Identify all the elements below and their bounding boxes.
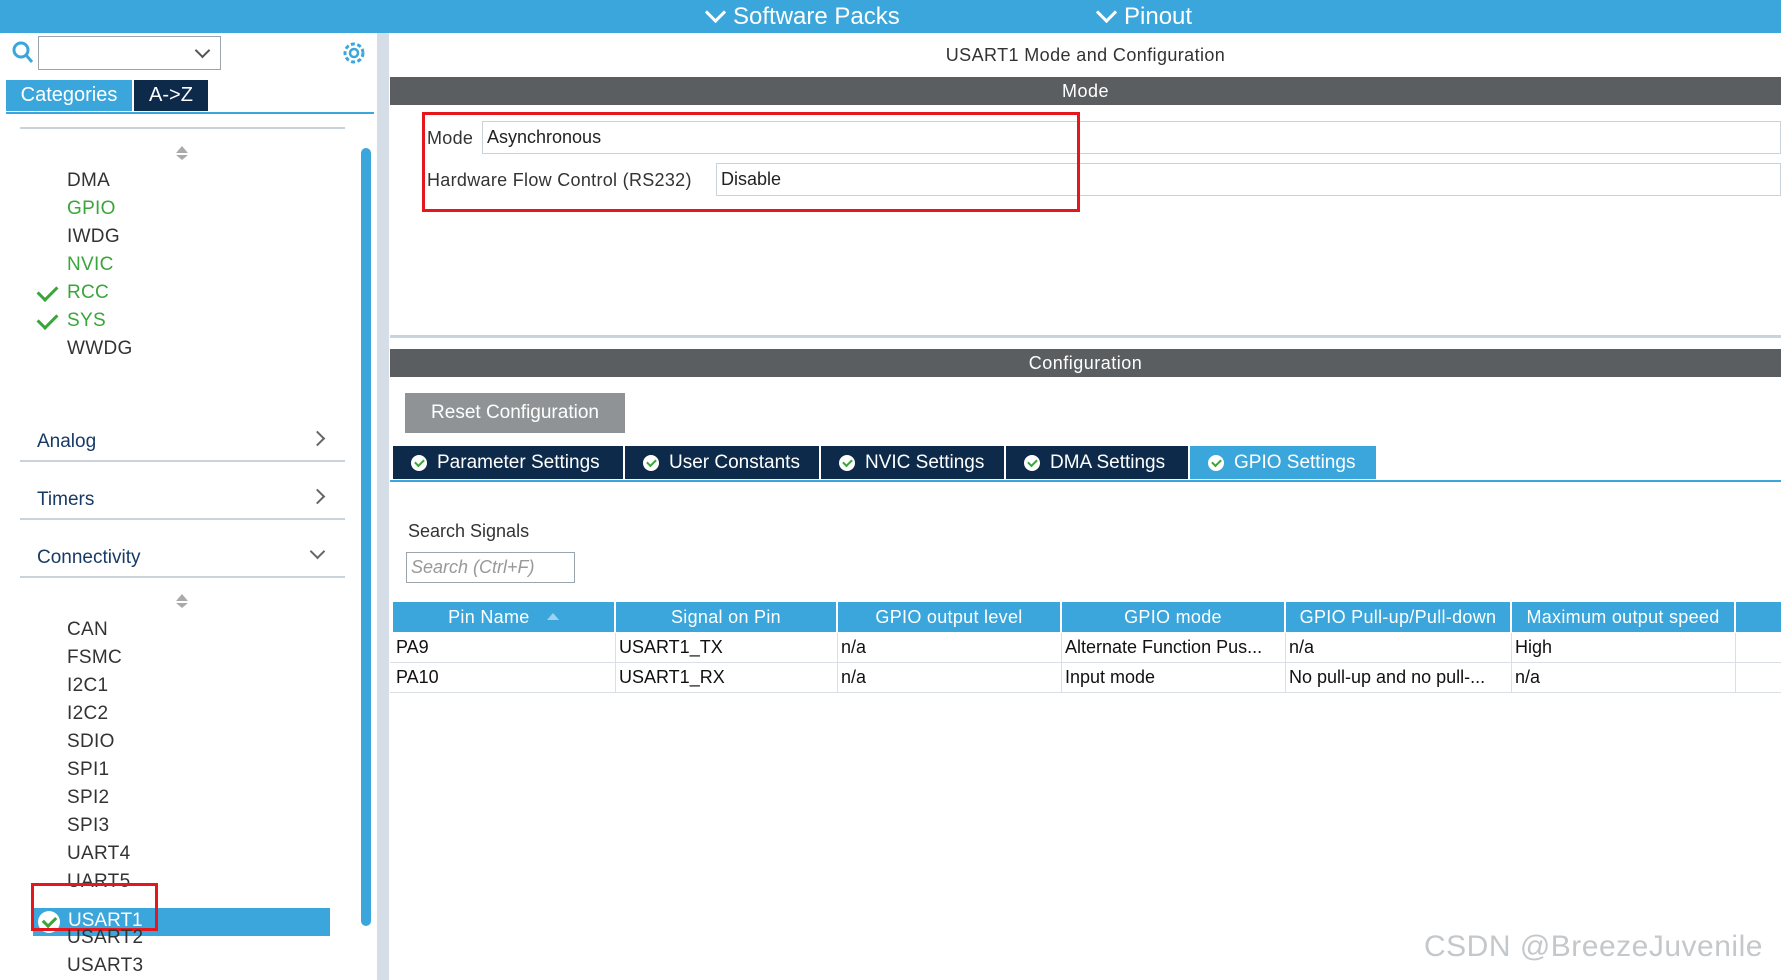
table-cell[interactable]: PA10 — [393, 663, 616, 692]
sort-up-icon[interactable] — [176, 146, 188, 153]
table-cell[interactable]: n/a — [838, 633, 1062, 662]
tree-item-usart3[interactable]: USART3 — [67, 955, 143, 977]
tab-user-constants[interactable]: User Constants — [625, 446, 819, 479]
tree-item-sdio[interactable]: SDIO — [67, 731, 115, 753]
tab-label: DMA Settings — [1050, 452, 1166, 473]
tab-dma-settings[interactable]: DMA Settings — [1006, 446, 1188, 479]
pinout-menu[interactable]: Pinout — [1095, 0, 1193, 33]
column-header-output-level[interactable]: GPIO output level — [838, 602, 1060, 632]
column-header-speed[interactable]: Maximum output speed — [1512, 602, 1734, 632]
panel-divider[interactable] — [377, 33, 389, 980]
check-circle-icon — [1208, 454, 1224, 471]
chevron-down-icon — [194, 42, 211, 59]
software-packs-label: Software Packs — [733, 2, 900, 30]
tree-item-sys[interactable]: SYS — [67, 310, 106, 332]
tree-item-spi1[interactable]: SPI1 — [67, 759, 109, 781]
tree-item-rcc[interactable]: RCC — [67, 282, 109, 304]
search-signals-input[interactable]: Search (Ctrl+F) — [406, 552, 575, 583]
divider — [20, 576, 345, 578]
category-analog[interactable]: Analog — [37, 431, 96, 453]
tab-underline — [6, 112, 374, 114]
column-header-pin-name[interactable]: Pin Name — [393, 602, 614, 632]
tree-item-usart2[interactable]: USART2 — [67, 927, 143, 949]
highlight-box — [422, 112, 1080, 212]
table-cell[interactable]: No pull-up and no pull-... — [1286, 663, 1512, 692]
column-header-signal[interactable]: Signal on Pin — [616, 602, 836, 632]
gear-icon[interactable] — [341, 40, 367, 66]
tree-item-wwdg[interactable]: WWDG — [67, 338, 133, 360]
tree-item-dma[interactable]: DMA — [67, 170, 110, 192]
category-timers[interactable]: Timers — [37, 489, 94, 511]
search-select[interactable] — [38, 36, 221, 70]
sort-down-icon — [176, 603, 188, 608]
tree-item-can[interactable]: CAN — [67, 619, 108, 641]
category-connectivity[interactable]: Connectivity — [37, 547, 141, 569]
scrollbar[interactable] — [361, 148, 371, 926]
divider — [20, 127, 345, 129]
configuration-header: Configuration — [390, 349, 1781, 377]
table-cell[interactable]: n/a — [1286, 633, 1512, 662]
table-cell[interactable]: PA9 — [393, 633, 616, 662]
check-circle-icon — [411, 454, 427, 471]
table-cell[interactable]: USART1_TX — [616, 633, 838, 662]
tree-item-spi3[interactable]: SPI3 — [67, 815, 109, 837]
table-cell[interactable]: n/a — [838, 663, 1062, 692]
tree-item-iwdg[interactable]: IWDG — [67, 226, 120, 248]
page-title: USART1 Mode and Configuration — [945, 45, 1226, 65]
table-cell[interactable]: USART1_RX — [616, 663, 838, 692]
check-circle-icon — [1024, 454, 1040, 471]
table-cell[interactable]: Alternate Function Pus... — [1062, 633, 1286, 662]
check-circle-icon — [643, 454, 659, 471]
reset-configuration-button[interactable]: Reset Configuration — [405, 393, 625, 433]
tree-item-gpio[interactable]: GPIO — [67, 198, 116, 220]
mode-header: Mode — [390, 77, 1781, 105]
tree-item-i2c2[interactable]: I2C2 — [67, 703, 108, 725]
column-header-pull[interactable]: GPIO Pull-up/Pull-down — [1286, 602, 1510, 632]
sort-up-icon[interactable] — [176, 594, 188, 601]
table-cell[interactable]: High — [1512, 633, 1736, 662]
row-divider — [390, 692, 1781, 693]
tab-label: NVIC Settings — [865, 452, 985, 473]
table-cell[interactable]: Input mode — [1062, 663, 1286, 692]
column-header-gpio-mode[interactable]: GPIO mode — [1062, 602, 1284, 632]
column-header-extra — [1736, 602, 1781, 632]
divider — [20, 518, 345, 520]
tab-label: GPIO Settings — [1234, 452, 1356, 473]
tree-item-fsmc[interactable]: FSMC — [67, 647, 122, 669]
tree-item-spi2[interactable]: SPI2 — [67, 787, 109, 809]
sort-icon — [546, 613, 559, 620]
tab-parameter-settings[interactable]: Parameter Settings — [393, 446, 623, 479]
search-signals-label: Search Signals — [408, 521, 530, 541]
tree-item-uart4[interactable]: UART4 — [67, 843, 130, 865]
pinout-label: Pinout — [1124, 2, 1193, 30]
sort-down-icon — [176, 155, 188, 160]
tab-categories[interactable]: Categories — [6, 80, 132, 111]
divider — [20, 460, 345, 462]
tab-gpio-settings[interactable]: GPIO Settings — [1190, 446, 1376, 479]
chevron-down-icon — [704, 1, 727, 24]
chevron-down-icon — [1095, 1, 1118, 24]
tree-item-i2c1[interactable]: I2C1 — [67, 675, 108, 697]
tab-underline — [390, 480, 1781, 482]
watermark: CSDN @BreezeJuvenile — [1424, 930, 1763, 963]
check-circle-icon — [839, 454, 855, 471]
tab-a-to-z[interactable]: A->Z — [134, 80, 208, 111]
software-packs-menu[interactable]: Software Packs — [704, 0, 900, 33]
tree-item-nvic[interactable]: NVIC — [67, 254, 114, 276]
tab-label: Parameter Settings — [437, 452, 600, 473]
tab-label: User Constants — [669, 452, 800, 473]
search-icon[interactable] — [11, 40, 35, 66]
table-cell[interactable]: n/a — [1512, 663, 1736, 692]
section-divider — [390, 335, 1781, 338]
top-menu-bar: Software Packs Pinout — [0, 0, 1781, 33]
tab-nvic-settings[interactable]: NVIC Settings — [821, 446, 1004, 479]
highlight-box — [31, 883, 158, 931]
